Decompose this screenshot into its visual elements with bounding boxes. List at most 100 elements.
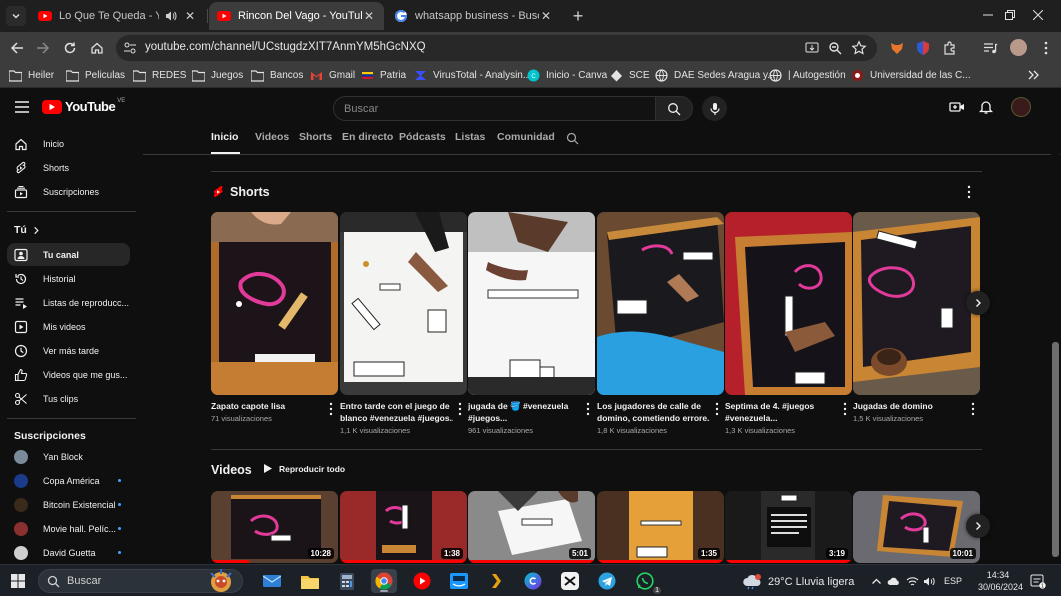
bookmark-item[interactable]: | Autogestión	[769, 68, 846, 83]
short-title[interactable]: Entro tarde con el juego de blanco #venez…	[340, 400, 453, 424]
bookmark-star-icon[interactable]	[851, 40, 867, 56]
short-thumbnail[interactable]	[340, 212, 467, 395]
back-button[interactable]	[6, 37, 28, 59]
channel-tab[interactable]: Inicio	[211, 131, 238, 143]
you-section-heading[interactable]: Tú	[14, 224, 41, 236]
tab-whatsapp-business[interactable]: whatsapp business - Buscar con Google ✕	[386, 2, 561, 30]
volume-icon[interactable]	[923, 575, 936, 588]
video-thumbnail[interactable]: 1:35	[597, 491, 724, 563]
sidebar-item-subscriptions[interactable]: Suscripciones	[7, 180, 130, 203]
taskbar-plex[interactable]	[483, 569, 509, 593]
play-all-button[interactable]: Reproducir todo	[262, 463, 345, 474]
more-vert-icon[interactable]	[842, 402, 848, 416]
sidebar-item-my-videos[interactable]: Mis videos	[7, 315, 130, 338]
more-vert-icon[interactable]	[457, 402, 463, 416]
short-card[interactable]: Los jugadores de calle de domino, cometie…	[597, 212, 724, 435]
clock[interactable]: 14:34 30/06/2024	[978, 569, 1023, 593]
bookmark-item[interactable]: REDES	[133, 68, 186, 83]
video-thumbnail[interactable]: 1:38	[340, 491, 467, 563]
short-thumbnail[interactable]	[597, 212, 724, 395]
new-tab-button[interactable]: +	[568, 6, 588, 26]
zoom-icon[interactable]	[827, 40, 843, 56]
short-title[interactable]: Jugadas de domino	[853, 400, 966, 412]
taskbar-prime-video[interactable]	[446, 569, 472, 593]
notification-center-icon[interactable]: 1	[1030, 573, 1046, 589]
search-input[interactable]	[334, 97, 655, 120]
subscription-item[interactable]: Movie hall. Pelíc...	[7, 517, 130, 540]
subscription-item[interactable]: Yan Block	[7, 445, 130, 468]
more-vert-icon[interactable]	[714, 402, 720, 416]
voice-search-button[interactable]	[702, 96, 727, 121]
short-title[interactable]: Los jugadores de calle de domino, cometie…	[597, 400, 710, 424]
bookmark-item[interactable]: C Inicio - Canva	[527, 68, 607, 83]
scrollbar-thumb[interactable]	[1052, 342, 1059, 557]
taskbar-canva[interactable]	[520, 569, 546, 593]
video-thumbnail[interactable]: 10:28	[211, 491, 338, 563]
video-thumbnail[interactable]: 5:01	[468, 491, 595, 563]
more-vert-icon[interactable]	[585, 402, 591, 416]
wifi-icon[interactable]	[906, 575, 919, 588]
more-vert-icon[interactable]	[970, 402, 976, 416]
subscription-item[interactable]: Copa América	[7, 469, 130, 492]
notifications-bell-icon[interactable]	[978, 99, 994, 115]
subscription-item[interactable]: Bitcoin Existencial	[7, 493, 130, 516]
channel-search-icon[interactable]	[566, 132, 579, 145]
weather-widget[interactable]: 29°C Lluvia ligera	[742, 574, 854, 590]
short-card[interactable]: Zapato capote lisa 71 visualizaciones	[211, 212, 338, 423]
short-card[interactable]: jugada de 🪣 #venezuela #juegos... 961 visu…	[468, 212, 595, 435]
extension-fox-icon[interactable]	[889, 40, 905, 56]
forward-button[interactable]	[32, 37, 54, 59]
bookmark-item[interactable]: Universidad de las C...	[851, 68, 971, 83]
short-card[interactable]: Jugadas de domino 1,5 K visualizaciones	[853, 212, 980, 423]
sidebar-item-liked[interactable]: Videos que me gus...	[7, 363, 130, 386]
sidebar-item-clips[interactable]: Tus clips	[7, 387, 130, 410]
sidebar-item-shorts[interactable]: Shorts	[7, 156, 130, 179]
create-video-icon[interactable]	[949, 99, 965, 115]
short-title[interactable]: jugada de 🪣 #venezuela #juegos...	[468, 400, 581, 424]
shorts-next-button[interactable]	[966, 291, 990, 315]
channel-tab[interactable]: Pódcasts	[399, 131, 446, 143]
subscription-item[interactable]: David Guetta	[7, 541, 130, 564]
install-app-icon[interactable]	[804, 40, 820, 56]
video-thumbnail[interactable]: 10:01	[853, 491, 980, 563]
bookmark-item[interactable]: Juegos	[192, 68, 243, 83]
more-bookmarks-button[interactable]	[1027, 68, 1041, 82]
taskbar-file-explorer[interactable]	[297, 569, 323, 593]
tab-search-button[interactable]	[6, 6, 26, 26]
bookmark-item[interactable]: DAE Sedes Aragua y...	[655, 68, 776, 83]
sidebar-item-watch-later[interactable]: Ver más tarde	[7, 339, 130, 362]
audio-playing-icon[interactable]	[165, 10, 177, 22]
bookmark-item[interactable]: Bancos	[251, 68, 303, 83]
sidebar-item-history[interactable]: Historial	[7, 267, 130, 290]
taskbar-calculator[interactable]	[334, 569, 360, 593]
channel-tab[interactable]: Shorts	[299, 131, 332, 143]
chevron-up-icon[interactable]	[870, 575, 883, 588]
bookmark-item[interactable]: SCE	[610, 68, 650, 83]
videos-next-button[interactable]	[966, 514, 990, 538]
channel-tab[interactable]: Videos	[255, 131, 289, 143]
search-button[interactable]	[655, 96, 693, 121]
bookmark-item[interactable]: VirusTotal - Analysin...	[414, 68, 531, 83]
close-tab-icon[interactable]: ✕	[183, 9, 197, 23]
short-card[interactable]: Entro tarde con el juego de blanco #venez…	[340, 212, 467, 435]
close-window-button[interactable]	[1015, 0, 1061, 30]
channel-tab[interactable]: Comunidad	[497, 131, 555, 143]
tab-rincon-del-vago[interactable]: Rincon Del Vago - YouTube ✕	[209, 2, 384, 30]
taskbar-telegram[interactable]	[594, 569, 620, 593]
url-text[interactable]: youtube.com/channel/UCstugdzXIT7AnmYM5hG…	[145, 41, 426, 53]
short-card[interactable]: Septima de 4. #juegos #venezuela... 1,3 K …	[725, 212, 852, 435]
video-thumbnail[interactable]: 3:19	[725, 491, 852, 563]
short-title[interactable]: Zapato capote lisa	[211, 400, 324, 412]
media-controls-icon[interactable]	[982, 40, 998, 56]
reload-button[interactable]	[59, 37, 81, 59]
short-title[interactable]: Septima de 4. #juegos #venezuela...	[725, 400, 838, 424]
taskbar-whatsapp[interactable]: 1	[632, 569, 661, 594]
extension-shield-icon[interactable]	[915, 40, 931, 56]
short-thumbnail[interactable]	[211, 212, 338, 395]
channel-tab[interactable]: En directo	[342, 131, 393, 143]
page-scrollbar[interactable]	[1051, 92, 1060, 562]
extensions-puzzle-icon[interactable]	[942, 40, 958, 56]
close-tab-icon[interactable]: ✕	[539, 9, 553, 23]
home-button[interactable]	[86, 37, 108, 59]
tab-lo-que-te-queda[interactable]: Lo Que Te Queda - YouTube ✕	[30, 2, 205, 30]
